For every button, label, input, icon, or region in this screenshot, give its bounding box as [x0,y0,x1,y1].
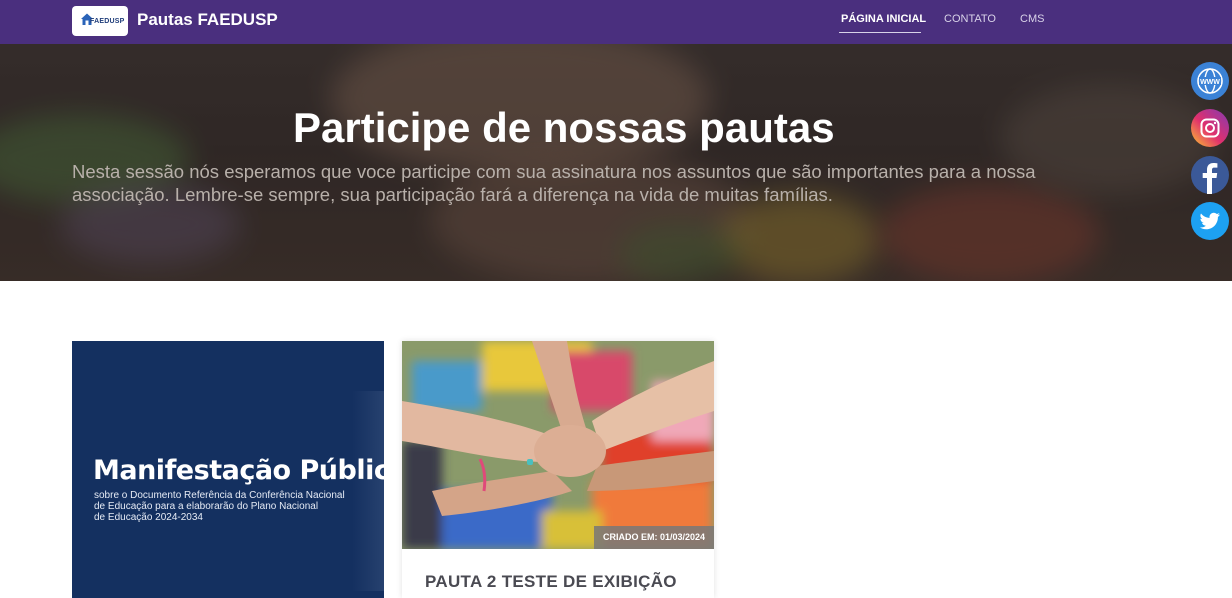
svg-text:WWW: WWW [1200,79,1220,86]
card-image-title: Manifestação Pública [93,455,384,486]
hero-title: Participe de nossas pautas [293,104,835,151]
instagram-button[interactable] [1191,109,1229,147]
hero-banner: Participe de nossas pautas Nesta sessão … [0,44,1232,281]
nav-link-contato[interactable]: CONTATO [944,13,996,25]
website-button[interactable]: WWW [1191,62,1229,100]
logo-text: FAEDUSP [90,18,125,25]
card-title[interactable]: PAUTA 2 TESTE DE EXIBIÇÃO [425,572,677,592]
twitter-button[interactable] [1191,202,1229,240]
card-image-subtitle: sobre o Documento Referência da Conferên… [94,490,345,523]
nav-link-cms[interactable]: CMS [1020,13,1044,25]
twitter-icon [1191,202,1229,240]
www-icon: WWW [1191,62,1229,100]
brand-title[interactable]: Pautas FAEDUSP [137,10,278,30]
instagram-icon [1191,109,1229,147]
card-image-hands [402,341,714,549]
card-date-badge: CRIADO EM: 01/03/2024 [593,526,714,549]
facebook-icon [1191,156,1229,194]
nav-link-pagina-inicial[interactable]: PÁGINA INICIAL [841,13,926,25]
logo[interactable]: FAEDUSP [72,6,128,36]
hero-description: Nesta sessão nós esperamos que voce part… [72,161,1036,205]
card-manifestacao-publica[interactable]: Manifestação Pública sobre o Documento R… [72,341,384,598]
navbar: FAEDUSP Pautas FAEDUSP PÁGINA INICIAL CO… [0,0,1232,44]
card-pauta-2[interactable]: CRIADO EM: 01/03/2024 PAUTA 2 TESTE DE E… [402,341,714,598]
facebook-button[interactable] [1191,156,1229,194]
hands-photo [402,341,714,549]
active-nav-underline [839,32,921,33]
